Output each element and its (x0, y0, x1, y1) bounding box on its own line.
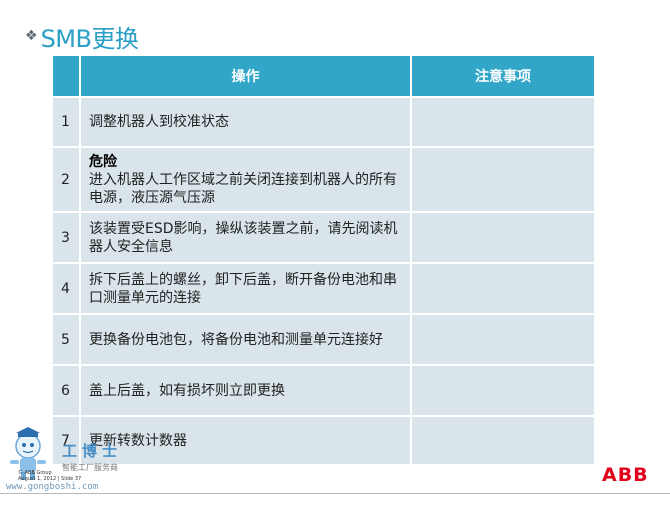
step-operation: 盖上后盖，如有损坏则立即更换 (81, 366, 412, 417)
step-note (412, 417, 594, 466)
step-operation: 危险 进入机器人工作区域之前关闭连接到机器人的所有电源，液压源气压源 (81, 148, 412, 213)
step-number: 3 (53, 213, 81, 264)
step-note (412, 98, 594, 148)
header-notes: 注意事项 (412, 56, 594, 98)
step-note (412, 366, 594, 417)
step-operation: 拆下后盖上的螺丝，卸下后盖，断开备份电池和串口测量单元的连接 (81, 264, 412, 315)
table-row: 2 危险 进入机器人工作区域之前关闭连接到机器人的所有电源，液压源气压源 (53, 148, 594, 213)
step-text: 更换备份电池包，将备份电池和测量单元连接好 (89, 331, 383, 348)
step-number: 6 (53, 366, 81, 417)
step-text: 进入机器人工作区域之前关闭连接到机器人的所有电源，液压源气压源 (89, 171, 397, 206)
step-operation: 调整机器人到校准状态 (81, 98, 412, 148)
step-operation: 更换备份电池包，将备份电池和测量单元连接好 (81, 315, 412, 366)
step-number: 5 (53, 315, 81, 366)
table-header-row: 操作 注意事项 (53, 56, 594, 98)
step-text: 盖上后盖，如有损坏则立即更换 (89, 382, 285, 399)
header-operation: 操作 (81, 56, 412, 98)
step-number: 4 (53, 264, 81, 315)
step-number: 2 (53, 148, 81, 213)
slide-title: ❖ SMB更换 (25, 21, 139, 53)
diamond-bullet-icon: ❖ (25, 28, 38, 44)
step-operation: 该装置受ESD影响，操纵该装置之前，请先阅读机器人安全信息 (81, 213, 412, 264)
footer-divider (0, 493, 670, 494)
step-text: 调整机器人到校准状态 (89, 114, 229, 130)
step-note (412, 264, 594, 315)
step-number: 1 (53, 98, 81, 148)
step-note (412, 148, 594, 213)
watermark-url: www.gongboshi.com (6, 482, 99, 492)
table-row: 1 调整机器人到校准状态 (53, 98, 594, 148)
step-note (412, 315, 594, 366)
table-row: 4 拆下后盖上的螺丝，卸下后盖，断开备份电池和串口测量单元的连接 (53, 264, 594, 315)
page-title: SMB更换 (40, 24, 139, 53)
watermark-name: 工博士 (62, 442, 123, 460)
table-row: 3 该装置受ESD影响，操纵该装置之前，请先阅读机器人安全信息 (53, 213, 594, 264)
danger-label: 危险 (89, 153, 117, 170)
table-row: 5 更换备份电池包，将备份电池和测量单元连接好 (53, 315, 594, 366)
step-note (412, 213, 594, 264)
abb-logo: ABB (602, 464, 649, 486)
step-text: 该装置受ESD影响，操纵该装置之前，请先阅读机器人安全信息 (89, 220, 398, 255)
step-operation: 更新转数计数器 (81, 417, 412, 466)
header-number (53, 56, 81, 98)
step-text: 拆下后盖上的螺丝，卸下后盖，断开备份电池和串口测量单元的连接 (89, 271, 397, 306)
table-row: 7 更新转数计数器 (53, 417, 594, 466)
footer-meta: © ABB Group August 1, 2012 | Slide 37 (18, 470, 81, 482)
table-row: 6 盖上后盖，如有损坏则立即更换 (53, 366, 594, 417)
procedure-table: 操作 注意事项 1 调整机器人到校准状态 2 危险 进入机器人工作区域之前关闭连… (53, 56, 594, 466)
